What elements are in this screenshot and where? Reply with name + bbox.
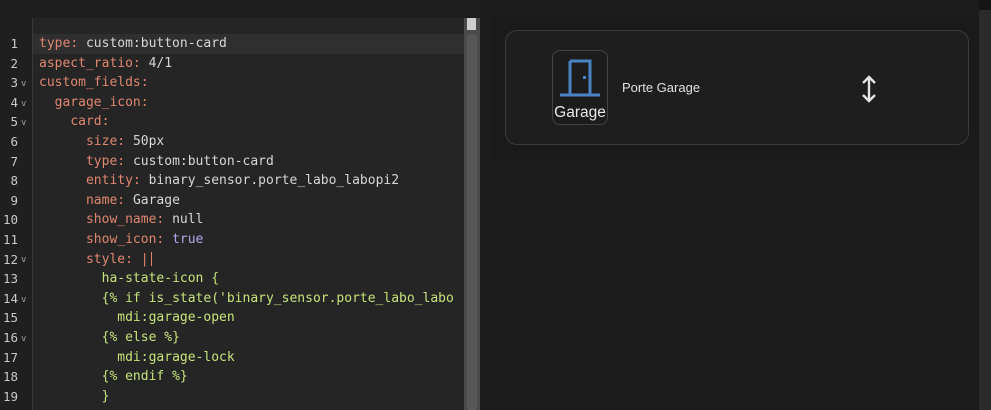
code-line[interactable]: type: custom:button-card xyxy=(39,152,274,172)
fold-chevron-icon[interactable]: v xyxy=(21,291,26,311)
scrollbar-marker xyxy=(467,18,476,30)
code-line[interactable]: mdi:garage-lock xyxy=(39,348,234,368)
arrow-up-down-icon xyxy=(862,75,876,103)
code-line[interactable]: show_name: null xyxy=(39,210,203,230)
line-number: 14 xyxy=(2,290,18,306)
code-line[interactable]: size: 50px xyxy=(39,132,164,152)
code-line[interactable]: garage_icon: xyxy=(39,93,149,113)
garage-field-label: Garage xyxy=(554,104,606,121)
line-number: 8 xyxy=(10,173,18,189)
page-scrollbar[interactable] xyxy=(979,0,991,410)
editor-scrollbar-thumb[interactable] xyxy=(467,34,477,410)
line-number: 19 xyxy=(2,388,18,404)
line-number: 15 xyxy=(2,310,18,326)
line-number: 18 xyxy=(2,369,18,385)
line-number: 3 xyxy=(10,75,18,91)
door-icon xyxy=(560,59,600,97)
line-number: 1 xyxy=(10,36,18,51)
line-number: 17 xyxy=(2,349,18,365)
line-number: 10 xyxy=(2,212,18,228)
code-line[interactable]: style: | xyxy=(39,250,152,270)
code-line[interactable]: entity: binary_sensor.porte_labo_labopi2 xyxy=(39,171,399,191)
code-area[interactable]: type: custom:button-card aspect_ratio: 4… xyxy=(33,18,464,410)
fold-chevron-icon[interactable]: v xyxy=(21,114,26,134)
fold-chevron-icon[interactable]: v xyxy=(21,330,26,350)
line-number: 2 xyxy=(10,55,18,71)
line-number: 7 xyxy=(10,153,18,169)
code-line[interactable]: type: custom:button-card xyxy=(39,34,227,54)
code-line[interactable]: card: xyxy=(39,112,109,132)
line-number: 11 xyxy=(2,232,18,247)
editor-top-bar xyxy=(0,0,480,18)
line-number: 9 xyxy=(10,192,18,208)
code-line[interactable]: } xyxy=(39,387,110,407)
fold-chevron-icon[interactable]: v xyxy=(21,251,26,271)
code-line[interactable]: {% else %} xyxy=(39,328,180,348)
yaml-code-editor[interactable]: 1 2 3 v 4 v 5 v 6 7 8 9 10 11 12 v 13 14… xyxy=(0,0,480,410)
line-number-gutter: 1 2 3 v 4 v 5 v 6 7 8 9 10 11 12 v 13 14… xyxy=(0,18,33,410)
line-number: 12 xyxy=(2,251,18,267)
code-line[interactable]: mdi:garage-open xyxy=(39,308,234,328)
line-number: 13 xyxy=(2,271,18,287)
fold-chevron-icon[interactable]: v xyxy=(21,95,26,115)
line-number: 16 xyxy=(2,330,18,345)
code-line[interactable]: show_icon: true xyxy=(39,230,203,250)
line-number: 6 xyxy=(10,134,18,149)
code-line[interactable]: custom_fields: xyxy=(39,73,149,93)
code-line[interactable]: {% endif %} xyxy=(39,367,188,387)
fold-chevron-icon[interactable]: v xyxy=(21,75,26,95)
card-name-label: Porte Garage xyxy=(622,80,701,95)
code-line[interactable]: ha-state-icon { xyxy=(39,269,219,289)
code-line[interactable]: aspect_ratio: 4/1 xyxy=(39,54,172,74)
code-line[interactable]: name: Garage xyxy=(39,191,180,211)
text-cursor xyxy=(150,252,152,267)
code-line[interactable]: {% if is_state('binary_sensor.porte_labo… xyxy=(39,289,454,309)
page-scrollbar-cap xyxy=(979,0,991,10)
line-number: 5 xyxy=(10,114,18,130)
line-number: 4 xyxy=(10,94,18,110)
